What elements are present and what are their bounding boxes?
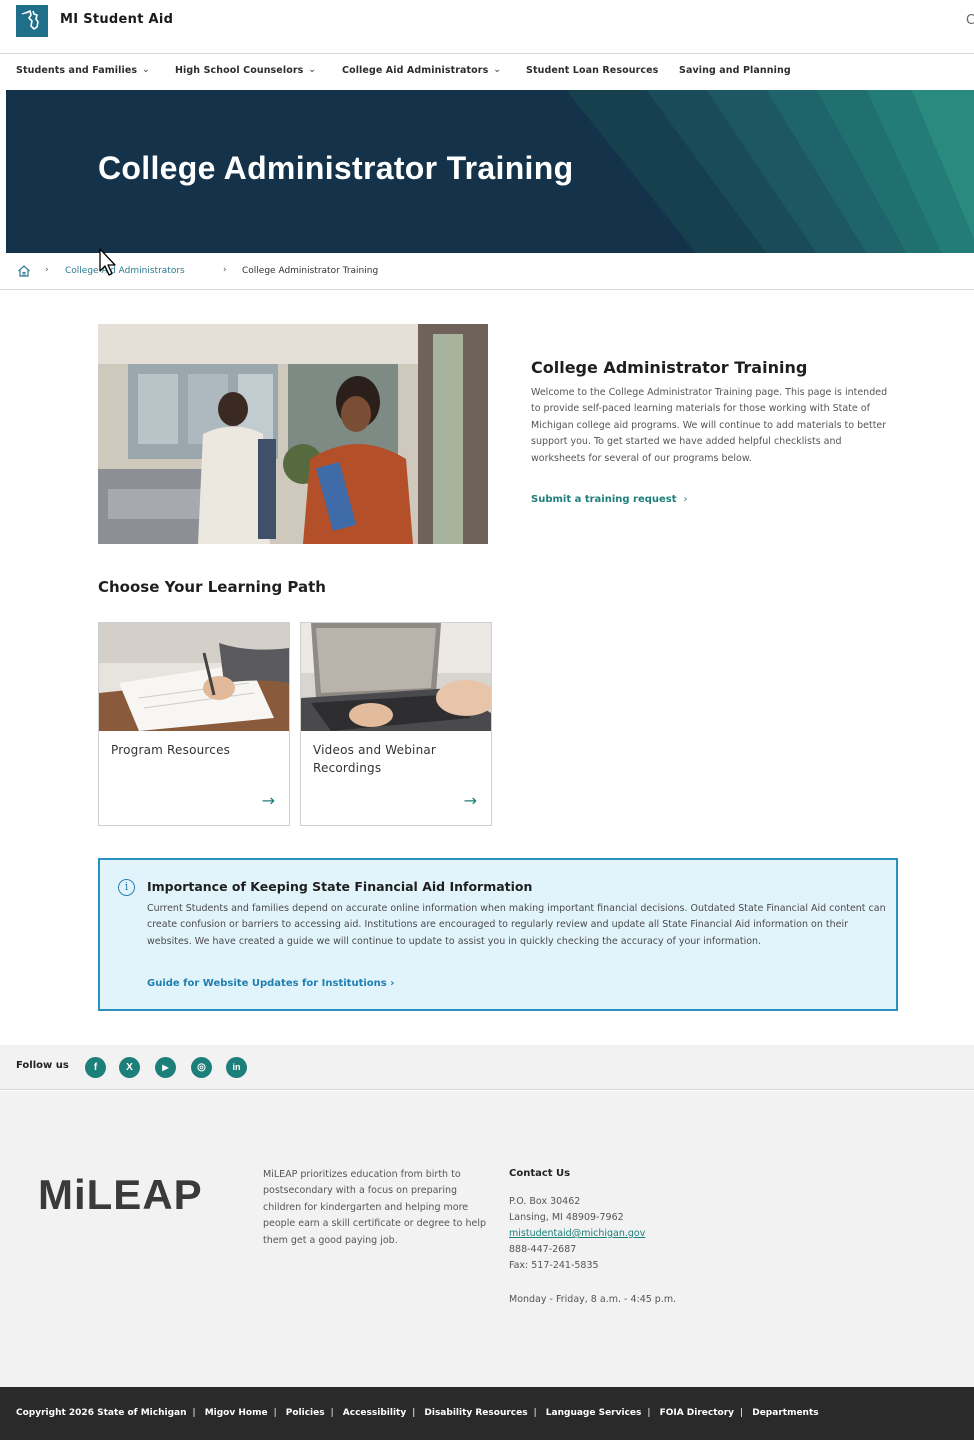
nav-item-saving-and-planning[interactable]: Saving and Planning <box>679 65 791 76</box>
site-footer: MiLEAP MiLEAP prioritizes education from… <box>0 1091 974 1387</box>
contact-hours: Monday - Friday, 8 a.m. - 4:45 p.m. <box>509 1294 677 1305</box>
breadcrumb-separator: › <box>223 265 227 275</box>
separator: | <box>330 1408 334 1418</box>
notice-title: Importance of Keeping State Financial Ai… <box>147 879 533 894</box>
writing-notebook-image <box>99 623 289 731</box>
card-videos-and-webinar-recordings[interactable]: Videos and Webinar Recordings → <box>300 622 492 826</box>
nav-item-student-loan-resources[interactable]: Student Loan Resources <box>526 65 658 76</box>
contact-us-heading: Contact Us <box>509 1168 571 1179</box>
bottom-link-policies[interactable]: Policies <box>286 1408 325 1418</box>
nav-item-label: Student Loan Resources <box>526 65 659 76</box>
hero-banner: College Administrator Training <box>6 90 974 253</box>
arrow-right-icon: → <box>463 791 477 810</box>
separator: | <box>740 1408 744 1418</box>
link-label: Submit a training request <box>531 494 677 505</box>
linkedin-icon[interactable]: in <box>226 1057 247 1078</box>
bottom-link-migov-home[interactable]: Migov Home <box>205 1408 268 1418</box>
intro-photo <box>98 324 488 544</box>
site-header: MI Student Aid C <box>0 0 974 54</box>
info-notice: i Importance of Keeping State Financial … <box>98 858 898 1011</box>
contact-phone: 888-447-2687 <box>509 1244 577 1255</box>
nav-item-college-aid-administrators[interactable]: College Aid Administrators ⌄ <box>342 65 501 76</box>
nav-item-high-school-counselors[interactable]: High School Counselors ⌄ <box>175 65 316 76</box>
nav-item-students-and-families[interactable]: Students and Families ⌄ <box>16 65 150 76</box>
info-icon: i <box>118 879 135 896</box>
arrow-right-icon: → <box>261 791 275 810</box>
michigan-logo-icon[interactable] <box>16 5 48 37</box>
separator: | <box>273 1408 277 1418</box>
social-bar: Follow us f X ▶ ◎ in <box>0 1045 974 1090</box>
bottom-bar: Copyright 2026 State of Michigan | Migov … <box>0 1387 974 1440</box>
chevron-right-icon: › <box>683 494 688 505</box>
site-title[interactable]: MI Student Aid <box>60 12 173 27</box>
notice-body: Current Students and families depend on … <box>147 903 886 947</box>
bottom-link-departments[interactable]: Departments <box>752 1408 818 1418</box>
breadcrumb-separator: › <box>45 265 49 275</box>
mouse-cursor-icon <box>99 248 116 276</box>
youtube-icon[interactable]: ▶ <box>155 1057 176 1078</box>
nav-item-label: Saving and Planning <box>679 65 791 76</box>
contact-po-box: P.O. Box 30462 <box>509 1196 581 1207</box>
contact-email-link[interactable]: mistudentaid@michigan.gov <box>509 1228 645 1239</box>
intro-body: Welcome to the College Administrator Tra… <box>531 387 888 464</box>
page-title: College Administrator Training <box>98 150 574 186</box>
breadcrumb-current: College Administrator Training <box>242 266 379 276</box>
separator: | <box>533 1408 537 1418</box>
breadcrumb-link-college-aid-administrators[interactable]: College Aid Administrators <box>65 266 185 276</box>
bottom-link-language-services[interactable]: Language Services <box>546 1408 642 1418</box>
contact-fax: Fax: 517-241-5835 <box>509 1260 599 1271</box>
mileap-logo[interactable]: MiLEAP <box>38 1171 203 1219</box>
facebook-icon[interactable]: f <box>85 1057 106 1078</box>
webinar-laptop-image <box>301 623 491 731</box>
instagram-icon[interactable]: ◎ <box>191 1057 212 1078</box>
card-program-resources[interactable]: Program Resources → <box>98 622 290 826</box>
chevron-down-icon: ⌄ <box>308 65 317 75</box>
nav-item-label: High School Counselors <box>175 65 304 76</box>
header-edge-control[interactable]: C <box>966 13 974 28</box>
bottom-links: Copyright 2026 State of Michigan | Migov … <box>16 1408 819 1418</box>
chevron-down-icon: ⌄ <box>493 65 502 75</box>
x-icon[interactable]: X <box>119 1057 140 1078</box>
nav-item-label: College Aid Administrators <box>342 65 489 76</box>
bottom-link-foia-directory[interactable]: FOIA Directory <box>660 1408 734 1418</box>
separator: | <box>192 1408 196 1418</box>
chevron-down-icon: ⌄ <box>142 65 150 75</box>
card-label: Program Resources <box>111 743 231 757</box>
learning-path-heading: Choose Your Learning Path <box>98 578 326 596</box>
bottom-link-disability-resources[interactable]: Disability Resources <box>424 1408 527 1418</box>
separator: | <box>412 1408 416 1418</box>
footer-blurb: MiLEAP prioritizes education from birth … <box>263 1169 486 1246</box>
main-nav: Students and Families ⌄ High School Couns… <box>0 55 974 89</box>
intro-heading: College Administrator Training <box>531 358 808 377</box>
nav-item-label: Students and Families <box>16 65 138 76</box>
bottom-link-accessibility[interactable]: Accessibility <box>343 1408 406 1418</box>
copyright-text: Copyright 2026 State of Michigan <box>16 1408 187 1418</box>
website-update-guide-link[interactable]: Guide for Website Updates for Institutio… <box>147 978 394 989</box>
home-icon[interactable] <box>17 264 31 278</box>
contact-city: Lansing, MI 48909-7962 <box>509 1212 624 1223</box>
card-label: Videos and Webinar Recordings <box>313 743 437 775</box>
separator: | <box>647 1408 651 1418</box>
submit-training-request-link[interactable]: Submit a training request › <box>531 494 688 505</box>
breadcrumb: › College Aid Administrators › College A… <box>0 256 974 290</box>
follow-us-label: Follow us <box>16 1060 69 1071</box>
